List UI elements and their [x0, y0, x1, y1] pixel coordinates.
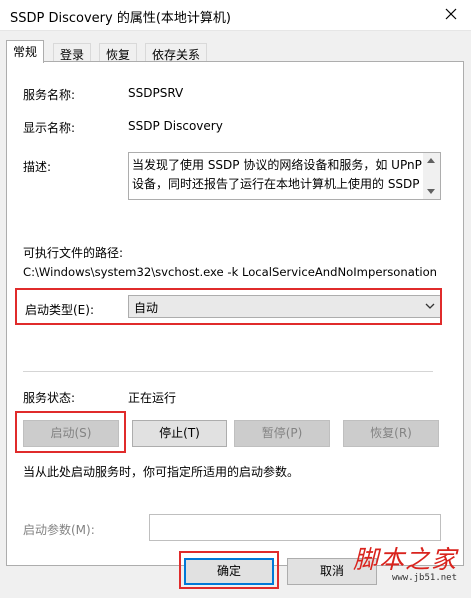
start-params-hint: 当从此处启动服务时，你可指定所适用的启动参数。	[23, 465, 300, 479]
service-name-value: SSDPSRV	[128, 86, 184, 100]
startup-type-label: 启动类型(E):	[25, 303, 94, 317]
exe-path-value: C:\Windows\system32\svchost.exe -k Local…	[23, 265, 438, 279]
description-scrollbar[interactable]	[423, 153, 440, 199]
resume-button[interactable]: 恢复(R)	[343, 420, 439, 447]
start-params-label: 启动参数(M):	[23, 523, 95, 537]
startup-type-select[interactable]: 自动	[128, 295, 441, 318]
tab-logon[interactable]: 登录	[53, 43, 92, 62]
ok-button[interactable]: 确定	[184, 558, 274, 585]
display-name-value: SSDP Discovery	[128, 119, 223, 133]
close-icon[interactable]	[441, 4, 461, 24]
section-divider	[23, 371, 433, 372]
watermark-text: 脚本之家	[352, 545, 457, 574]
exe-path-label: 可执行文件的路径:	[23, 246, 124, 260]
watermark-logo: 脚本之家 www.jb51.net	[353, 546, 457, 584]
description-box[interactable]: 当发现了使用 SSDP 协议的网络设备和服务，如 UPnP 设备，同时还报告了运…	[128, 152, 441, 200]
title-bar: SSDP Discovery 的属性(本地计算机)	[0, 0, 471, 31]
tab-recovery[interactable]: 恢复	[99, 43, 138, 62]
stop-button[interactable]: 停止(T)	[132, 420, 227, 447]
chevron-down-icon	[425, 303, 435, 309]
scroll-up-icon[interactable]	[427, 158, 435, 163]
service-status-label: 服务状态:	[23, 391, 76, 405]
service-name-label: 服务名称:	[23, 88, 76, 102]
description-label: 描述:	[23, 160, 52, 174]
dialog-body: 常规 登录 恢复 依存关系 服务名称: SSDPSRV 显示名称: SSDP D…	[0, 31, 471, 598]
tab-general[interactable]: 常规	[6, 40, 45, 63]
start-button[interactable]: 启动(S)	[23, 420, 119, 447]
description-text: 当发现了使用 SSDP 协议的网络设备和服务，如 UPnP 设备，同时还报告了运…	[132, 158, 422, 191]
start-params-input[interactable]	[149, 514, 441, 541]
scroll-down-icon[interactable]	[427, 189, 435, 194]
tab-dependencies[interactable]: 依存关系	[145, 43, 208, 62]
startup-type-value: 自动	[134, 301, 159, 315]
display-name-label: 显示名称:	[23, 121, 76, 135]
general-tab-panel: 服务名称: SSDPSRV 显示名称: SSDP Discovery 描述: 当…	[6, 61, 464, 566]
watermark-url: www.jb51.net	[391, 573, 457, 583]
window-title: SSDP Discovery 的属性(本地计算机)	[10, 11, 231, 26]
pause-button[interactable]: 暂停(P)	[234, 420, 330, 447]
service-status-value: 正在运行	[128, 391, 177, 405]
